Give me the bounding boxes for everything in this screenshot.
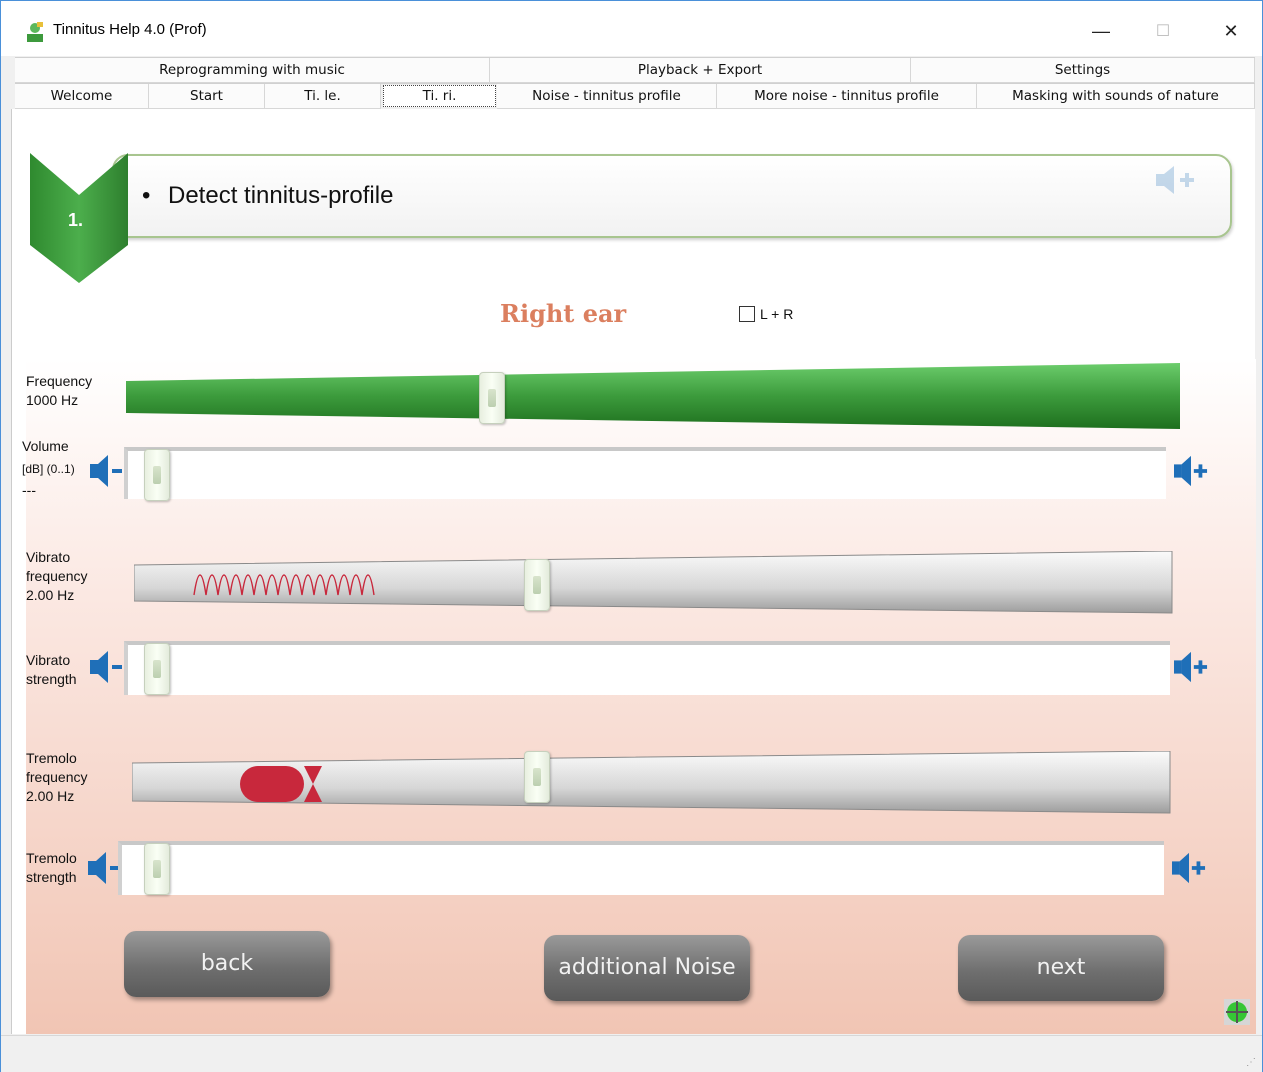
title-bar: Tinnitus Help 4.0 (Prof) — ☐ ✕ bbox=[1, 1, 1262, 56]
vibrato-frequency-slider-thumb[interactable] bbox=[524, 559, 550, 611]
lr-checkbox[interactable] bbox=[739, 306, 755, 322]
tab-ti-ri[interactable]: Ti. ri. bbox=[383, 85, 496, 107]
volume-label: Volume [dB] (0..1) --- bbox=[22, 438, 75, 498]
tab-welcome[interactable]: Welcome bbox=[15, 84, 149, 109]
vibrato-strength-label: Vibrato strength bbox=[26, 652, 77, 687]
additional-noise-button[interactable]: additional Noise bbox=[544, 935, 750, 1001]
vibrato-strength-slider-track[interactable] bbox=[124, 641, 1170, 695]
tremolo-strength-down-icon[interactable] bbox=[88, 850, 122, 886]
volume-up-icon[interactable] bbox=[1174, 453, 1208, 489]
vibrato-frequency-slider-track[interactable] bbox=[134, 551, 1174, 615]
frequency-label: Frequency 1000 Hz bbox=[26, 373, 93, 408]
tab-settings[interactable]: Settings bbox=[911, 58, 1255, 83]
step-number: 1. bbox=[68, 210, 84, 230]
volume-slider-track[interactable] bbox=[124, 447, 1166, 499]
tab-ti-le[interactable]: Ti. le. bbox=[265, 84, 381, 109]
tremolo-strength-up-icon[interactable] bbox=[1172, 850, 1206, 886]
next-button[interactable]: next bbox=[958, 935, 1164, 1001]
tremolo-frequency-slider-thumb[interactable] bbox=[524, 751, 550, 803]
tremolo-strength-slider-thumb[interactable] bbox=[144, 843, 170, 895]
lr-checkbox-label: L + R bbox=[760, 306, 794, 322]
tab-row-top: Reprogramming with music Playback + Expo… bbox=[15, 57, 1255, 83]
content-panel: 1. • Detect tinnitus-profile Right ear L… bbox=[11, 109, 1256, 1034]
tab-reprogramming-with-music[interactable]: Reprogramming with music bbox=[15, 58, 490, 83]
minimize-button[interactable]: — bbox=[1081, 15, 1121, 47]
tab-noise-tinnitus-profile[interactable]: Noise - tinnitus profile bbox=[497, 84, 717, 109]
ear-label: Right ear bbox=[500, 299, 627, 328]
app-icon bbox=[27, 22, 43, 42]
vibrato-frequency-label: Vibrato frequency 2.00 Hz bbox=[26, 549, 88, 603]
window-title: Tinnitus Help 4.0 (Prof) bbox=[53, 21, 207, 38]
step-title: Detect tinnitus-profile bbox=[168, 182, 394, 209]
tremolo-frequency-label: Tremolo frequency 2.00 Hz bbox=[26, 750, 88, 804]
speaker-plus-icon[interactable] bbox=[1154, 164, 1198, 196]
volume-down-icon[interactable] bbox=[90, 453, 124, 489]
tremolo-frequency-slider-track[interactable] bbox=[132, 751, 1172, 815]
app-window: Tinnitus Help 4.0 (Prof) — ☐ ✕ Reprogram… bbox=[0, 0, 1263, 1072]
tab-row-bottom: Welcome Start Ti. le. Ti. ri. Noise - ti… bbox=[15, 83, 1255, 109]
tab-playback-export[interactable]: Playback + Export bbox=[490, 58, 911, 83]
status-bar: ⋰ bbox=[1, 1035, 1262, 1072]
frequency-slider-track[interactable] bbox=[126, 363, 1182, 431]
vibrato-strength-slider-thumb[interactable] bbox=[144, 643, 170, 695]
globe-status-icon[interactable] bbox=[1224, 999, 1250, 1025]
close-button[interactable]: ✕ bbox=[1211, 15, 1251, 47]
volume-slider-thumb[interactable] bbox=[144, 449, 170, 501]
tremolo-strength-slider-track[interactable] bbox=[118, 841, 1164, 895]
maximize-button[interactable]: ☐ bbox=[1143, 15, 1183, 47]
vibrato-strength-up-icon[interactable] bbox=[1174, 649, 1208, 685]
step-bullet: • bbox=[142, 182, 151, 209]
back-button[interactable]: back bbox=[124, 931, 330, 997]
tab-masking-with-sounds-of-nature[interactable]: Masking with sounds of nature bbox=[977, 84, 1255, 109]
tremolo-strength-label: Tremolo strength bbox=[26, 850, 77, 885]
frequency-slider-thumb[interactable] bbox=[479, 372, 505, 424]
tab-more-noise-tinnitus-profile[interactable]: More noise - tinnitus profile bbox=[717, 84, 977, 109]
tab-start[interactable]: Start bbox=[149, 84, 265, 109]
resize-grip-icon[interactable]: ⋰ bbox=[1246, 1057, 1256, 1068]
vibrato-strength-down-icon[interactable] bbox=[90, 649, 124, 685]
